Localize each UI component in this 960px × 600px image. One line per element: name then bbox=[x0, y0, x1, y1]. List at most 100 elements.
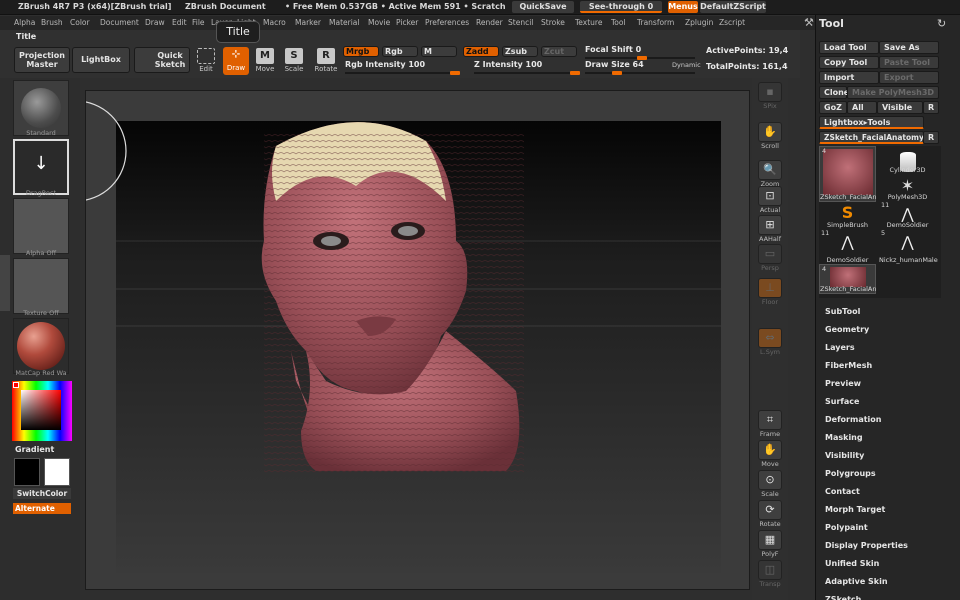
secondary-color-swatch[interactable] bbox=[44, 458, 70, 486]
lsym-button[interactable]: ⇔ L.Sym bbox=[756, 328, 784, 358]
draw-button[interactable]: ⊹ Draw bbox=[223, 47, 249, 75]
transp-button[interactable]: ◫ Transp bbox=[756, 560, 784, 590]
menu-brush[interactable]: Brush bbox=[41, 18, 63, 27]
goz-button[interactable]: GoZ bbox=[819, 101, 847, 114]
zadd-toggle[interactable]: Zadd bbox=[463, 46, 499, 57]
anatomy-head-model[interactable] bbox=[261, 122, 524, 476]
spix-button[interactable]: ▪ SPix bbox=[756, 82, 784, 112]
section-fibermesh[interactable]: FiberMesh bbox=[825, 361, 872, 370]
all-button[interactable]: All bbox=[847, 101, 877, 114]
z-intensity-slider[interactable]: Z Intensity 100 bbox=[474, 60, 580, 75]
tool-r-button[interactable]: R bbox=[923, 131, 939, 144]
menu-stroke[interactable]: Stroke bbox=[541, 18, 565, 27]
r-button[interactable]: R bbox=[923, 101, 939, 114]
lightbox-button[interactable]: LightBox bbox=[72, 47, 130, 73]
frame-button[interactable]: ⌗ Frame bbox=[756, 410, 784, 440]
default-zscript-button[interactable]: DefaultZScript bbox=[700, 1, 766, 13]
zsub-toggle[interactable]: Zsub bbox=[502, 46, 538, 57]
stroke-selector[interactable]: ↓ bbox=[13, 139, 69, 195]
menu-macro[interactable]: Macro bbox=[263, 18, 286, 27]
see-through-slider[interactable]: See-through 0 bbox=[580, 1, 662, 13]
menu-movie[interactable]: Movie bbox=[368, 18, 390, 27]
tool-tile-demosoldier[interactable]: ⋀ 11 DemoSoldier bbox=[879, 201, 936, 229]
rotate-button[interactable]: R Rotate bbox=[313, 48, 339, 74]
import-button[interactable]: Import bbox=[819, 71, 879, 84]
move-button[interactable]: M Move bbox=[252, 48, 278, 74]
menu-edit[interactable]: Edit bbox=[172, 18, 187, 27]
clone-button[interactable]: Clone bbox=[819, 86, 849, 99]
section-preview[interactable]: Preview bbox=[825, 379, 861, 388]
menu-alpha[interactable]: Alpha bbox=[14, 18, 35, 27]
copy-tool-button[interactable]: Copy Tool bbox=[819, 56, 879, 69]
section-adaptive-skin[interactable]: Adaptive Skin bbox=[825, 577, 888, 586]
section-masking[interactable]: Masking bbox=[825, 433, 863, 442]
lightbox-tools-button[interactable]: Lightbox▸Tools bbox=[819, 116, 924, 129]
menu-stencil[interactable]: Stencil bbox=[508, 18, 533, 27]
section-unified-skin[interactable]: Unified Skin bbox=[825, 559, 879, 568]
mrgb-toggle[interactable]: Mrgb bbox=[343, 46, 379, 57]
section-polypaint[interactable]: Polypaint bbox=[825, 523, 868, 532]
edit-button[interactable]: Edit bbox=[193, 48, 219, 74]
menu-marker[interactable]: Marker bbox=[295, 18, 321, 27]
tool-tile-demosoldier[interactable]: ⋀ 11 DemoSoldier bbox=[819, 229, 876, 264]
visible-button[interactable]: Visible bbox=[877, 101, 923, 114]
aahalf-button[interactable]: ⊞ AAHalf bbox=[756, 215, 784, 245]
brush-selector[interactable] bbox=[13, 80, 69, 136]
section-geometry[interactable]: Geometry bbox=[825, 325, 869, 334]
move-button[interactable]: ✋ Move bbox=[756, 440, 784, 470]
tool-tile-cylinder3d[interactable]: Cylinder3D bbox=[879, 146, 936, 174]
tool-tile-polymesh3d[interactable]: ✶ PolyMesh3D bbox=[879, 174, 936, 201]
rgb-intensity-slider[interactable]: Rgb Intensity 100 bbox=[345, 60, 460, 75]
section-contact[interactable]: Contact bbox=[825, 487, 860, 496]
section-layers[interactable]: Layers bbox=[825, 343, 855, 352]
z-intensity-knob[interactable] bbox=[570, 71, 580, 75]
menu-preferences[interactable]: Preferences bbox=[425, 18, 469, 27]
menu-draw[interactable]: Draw bbox=[145, 18, 165, 27]
m-toggle[interactable]: M bbox=[421, 46, 457, 57]
menus-toggle[interactable]: Menus bbox=[668, 1, 698, 13]
quick-sketch-button[interactable]: Quick Sketch bbox=[134, 47, 190, 73]
focal-shift-slider[interactable]: Focal Shift 0 bbox=[585, 45, 695, 60]
menu-transform[interactable]: Transform bbox=[637, 18, 674, 27]
menu-file[interactable]: File bbox=[192, 18, 205, 27]
rgb-intensity-knob[interactable] bbox=[450, 71, 460, 75]
floor-button[interactable]: ⊥ Floor bbox=[756, 278, 784, 308]
tool-tile-nickz-humanmale[interactable]: ⋀ 5 Nickz_humanMale bbox=[879, 229, 938, 264]
palette-refresh-icon[interactable]: ↻ bbox=[937, 17, 946, 30]
quicksave-button[interactable]: QuickSave bbox=[512, 1, 574, 13]
persp-button[interactable]: ▭ Persp bbox=[756, 244, 784, 274]
menu-color[interactable]: Color bbox=[70, 18, 90, 27]
scale-button[interactable]: ⊙ Scale bbox=[756, 470, 784, 500]
load-tool-button[interactable]: Load Tool bbox=[819, 41, 879, 54]
section-polygroups[interactable]: Polygroups bbox=[825, 469, 876, 478]
menu-zplugin[interactable]: Zplugin bbox=[685, 18, 713, 27]
material-selector[interactable] bbox=[13, 318, 69, 374]
section-morph-target[interactable]: Morph Target bbox=[825, 505, 885, 514]
left-tray-handle[interactable] bbox=[0, 255, 10, 311]
color-square[interactable] bbox=[21, 390, 61, 430]
export-button[interactable]: Export bbox=[879, 71, 939, 84]
paste-tool-button[interactable]: Paste Tool bbox=[879, 56, 939, 69]
dynamic-toggle[interactable]: Dynamic bbox=[672, 61, 701, 69]
section-visibility[interactable]: Visibility bbox=[825, 451, 864, 460]
hue-marker[interactable] bbox=[13, 382, 19, 388]
save-as-button[interactable]: Save As bbox=[879, 41, 939, 54]
tool-tile-zsketch-facialan[interactable]: 4 ZSketch_FacialAn bbox=[819, 146, 876, 202]
switchcolor-button[interactable]: SwitchColor bbox=[13, 488, 71, 499]
rotate-button[interactable]: ⟳ Rotate bbox=[756, 500, 784, 530]
section-display-properties[interactable]: Display Properties bbox=[825, 541, 908, 550]
section-surface[interactable]: Surface bbox=[825, 397, 859, 406]
scale-button[interactable]: S Scale bbox=[281, 48, 307, 74]
alpha-selector[interactable] bbox=[13, 198, 69, 254]
menu-texture[interactable]: Texture bbox=[575, 18, 602, 27]
menu-picker[interactable]: Picker bbox=[396, 18, 418, 27]
tool-tile-simplebrush[interactable]: S SimpleBrush bbox=[819, 201, 876, 229]
polyf-button[interactable]: ▦ PolyF bbox=[756, 530, 784, 560]
actual-button[interactable]: ⊡ Actual bbox=[756, 186, 784, 216]
section-deformation[interactable]: Deformation bbox=[825, 415, 881, 424]
scroll-button[interactable]: ✋ Scroll bbox=[756, 122, 784, 152]
make-polymesh-button[interactable]: Make PolyMesh3D bbox=[847, 86, 939, 99]
alternate-button[interactable]: Alternate bbox=[13, 503, 71, 514]
menu-zscript[interactable]: Zscript bbox=[719, 18, 745, 27]
color-picker[interactable] bbox=[12, 381, 72, 441]
